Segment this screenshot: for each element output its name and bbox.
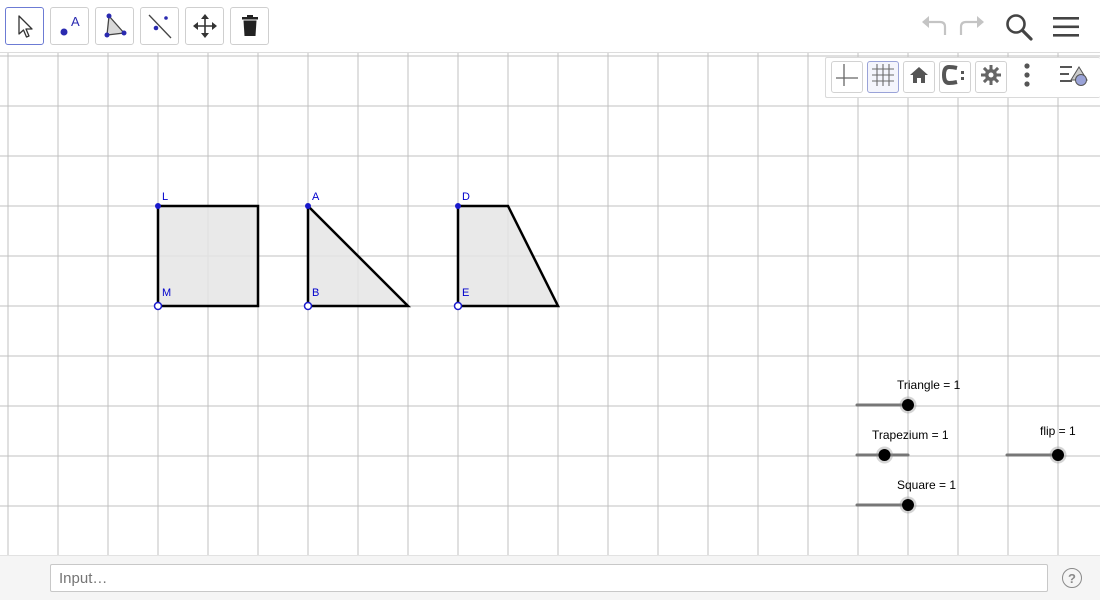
graphics-settings-button[interactable] xyxy=(975,61,1007,93)
point-label-M: M xyxy=(162,287,172,299)
point-label-E: E xyxy=(462,287,470,299)
point-tool[interactable]: A xyxy=(50,7,89,45)
trash-icon xyxy=(239,13,261,39)
line-tool[interactable] xyxy=(140,7,179,45)
point-label-B: B xyxy=(312,287,320,299)
redo-icon xyxy=(955,14,987,40)
point-B[interactable] xyxy=(303,301,313,311)
input-bar: ? xyxy=(0,555,1100,600)
graphics-view[interactable]: L M A B D E Triangle = 1 Trapezium = 1 S… xyxy=(0,53,1100,555)
point-E[interactable] xyxy=(453,301,463,311)
more-vertical-icon xyxy=(1023,62,1031,92)
point-label-L: L xyxy=(162,191,169,203)
point-label-D: D xyxy=(462,191,470,203)
help-icon: ? xyxy=(1068,570,1076,586)
triangle-icon xyxy=(100,11,130,41)
point-capture-icon xyxy=(941,64,968,90)
redo-button[interactable] xyxy=(954,10,988,44)
slider-label-square: Square = 1 xyxy=(897,478,957,492)
move-arrows-icon xyxy=(192,13,218,39)
point-tool-label: A xyxy=(71,14,80,29)
point-L[interactable] xyxy=(155,203,161,209)
slider-label-trapezium: Trapezium = 1 xyxy=(872,428,949,442)
toggle-grid-button[interactable] xyxy=(867,61,899,93)
toggle-style-bar-icon xyxy=(1058,62,1090,92)
more-options-button[interactable] xyxy=(1011,61,1043,93)
slider-knob-trapezium[interactable] xyxy=(878,449,891,461)
slider-knob-square[interactable] xyxy=(902,499,914,511)
move-graphics-view-tool[interactable] xyxy=(185,7,224,45)
undo-icon xyxy=(919,14,951,40)
toggle-axes-button[interactable] xyxy=(831,61,863,93)
point-a-icon: A xyxy=(55,12,85,40)
point-D[interactable] xyxy=(455,203,461,209)
home-icon xyxy=(908,65,930,89)
delete-tool[interactable] xyxy=(230,7,269,45)
point-M[interactable] xyxy=(153,301,163,311)
slider-label-flip: flip = 1 xyxy=(1040,424,1076,438)
point-capturing-button[interactable] xyxy=(939,61,971,93)
main-menu-button[interactable] xyxy=(1049,10,1083,44)
hamburger-menu-icon xyxy=(1051,14,1081,40)
search-button[interactable] xyxy=(1002,10,1036,44)
search-icon xyxy=(1003,11,1035,43)
slider-knob-triangle[interactable] xyxy=(902,399,914,411)
input-help-button[interactable]: ? xyxy=(1062,568,1082,588)
axes-icon xyxy=(835,63,859,91)
gear-icon xyxy=(980,64,1002,90)
graphics-style-bar xyxy=(825,57,1100,98)
move-tool[interactable] xyxy=(5,7,44,45)
undo-button[interactable] xyxy=(918,10,952,44)
arrow-cursor-icon xyxy=(14,13,36,39)
line-through-points-icon xyxy=(145,11,175,41)
slider-knob-flip[interactable] xyxy=(1052,449,1064,461)
standard-view-button[interactable] xyxy=(903,61,935,93)
algebra-input-field[interactable] xyxy=(50,564,1048,592)
toggle-style-bar-button[interactable] xyxy=(1058,61,1090,93)
square-polygon[interactable] xyxy=(156,204,260,308)
point-label-A: A xyxy=(312,191,320,203)
grid-icon xyxy=(871,63,895,91)
polygon-tool[interactable] xyxy=(95,7,134,45)
point-A[interactable] xyxy=(305,203,311,209)
toolbar: A xyxy=(0,0,1100,53)
slider-label-triangle: Triangle = 1 xyxy=(897,378,961,392)
